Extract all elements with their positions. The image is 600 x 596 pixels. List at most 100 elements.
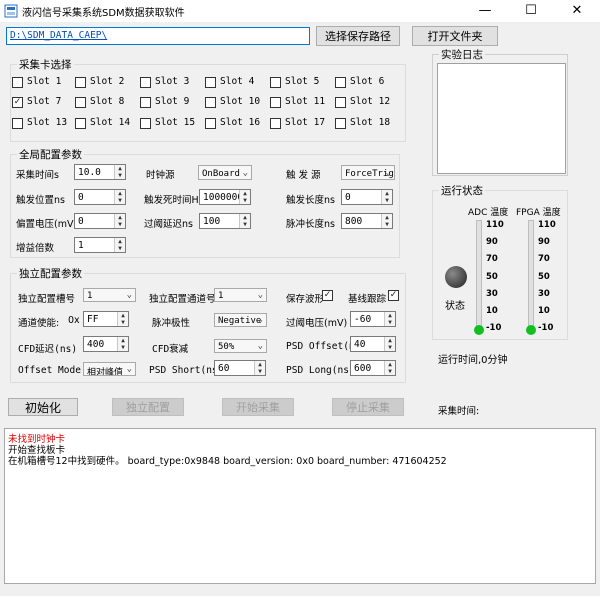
spin-down-icon[interactable]: ▼ <box>115 197 125 204</box>
slot-checkbox-10[interactable] <box>205 97 216 108</box>
threshold-delay-spinner[interactable]: 100 ▲ ▼ <box>199 213 251 229</box>
clock-source-select[interactable]: OnBoard ⌄ <box>198 165 252 180</box>
slot-checkbox-8[interactable] <box>75 97 86 108</box>
independent-config-button[interactable]: 独立配置 <box>112 398 184 416</box>
slot-checkbox-5[interactable] <box>270 77 281 88</box>
chevron-down-icon: ⌄ <box>257 341 263 351</box>
slot-checkbox-4[interactable] <box>205 77 216 88</box>
spin-down-icon[interactable]: ▼ <box>115 245 125 252</box>
maximize-button[interactable]: ☐ <box>508 0 554 22</box>
spin-down-icon[interactable]: ▼ <box>118 344 128 351</box>
slot-checkbox-14[interactable] <box>75 118 86 129</box>
psd-offset-spinner[interactable]: 40 ▲ ▼ <box>350 336 396 352</box>
channel-enable-spinner[interactable]: FF ▲ ▼ <box>83 311 129 327</box>
spin-up-icon[interactable]: ▲ <box>382 214 392 221</box>
spin-up-icon[interactable]: ▲ <box>385 337 395 344</box>
trigger-len-spinner[interactable]: 0 ▲ ▼ <box>341 189 393 205</box>
save-path-input[interactable]: D:\SDM_DATA_CAEP\ <box>6 27 310 45</box>
gain-spinner[interactable]: 1 ▲ ▼ <box>74 237 126 253</box>
spin-up-icon[interactable]: ▲ <box>115 190 125 197</box>
slot-label-8: Slot 8 <box>90 96 125 107</box>
slot-checkbox-18[interactable] <box>335 118 346 129</box>
slot-checkbox-7[interactable]: ✓ <box>12 97 23 108</box>
acquisition-time-label: 采集时间: <box>438 406 480 417</box>
polarity-select[interactable]: Negative ⌄ <box>214 313 267 327</box>
spin-down-icon[interactable]: ▼ <box>118 319 128 326</box>
spin-up-icon[interactable]: ▲ <box>240 190 250 197</box>
cfd-atten-value: 50% <box>218 342 235 352</box>
check-icon: ✓ <box>323 290 332 300</box>
psd-short-spinner[interactable]: 60 ▲ ▼ <box>214 360 266 376</box>
spin-up-icon[interactable]: ▲ <box>115 214 125 221</box>
acq-time-spinner[interactable]: 10.0 ▲ ▼ <box>74 164 126 180</box>
trigger-dead-spinner[interactable]: 1000000 ▲ ▼ <box>199 189 251 205</box>
baseline-checkbox[interactable]: ✓ <box>388 290 399 301</box>
slot-checkbox-1[interactable] <box>12 77 23 88</box>
spin-up-icon[interactable]: ▲ <box>118 337 128 344</box>
spin-down-icon[interactable]: ▼ <box>382 221 392 228</box>
cfd-delay-spinner[interactable]: 400 ▲ ▼ <box>83 336 129 352</box>
slot-selection-legend: 采集卡选择 <box>17 57 74 72</box>
psd-short-value: 60 <box>218 363 230 374</box>
slot-checkbox-16[interactable] <box>205 118 216 129</box>
spin-down-icon[interactable]: ▼ <box>115 172 125 179</box>
spin-up-icon[interactable]: ▲ <box>385 312 395 319</box>
spin-up-icon[interactable]: ▲ <box>115 238 125 245</box>
slot-label-15: Slot 15 <box>155 117 196 128</box>
spin-down-icon[interactable]: ▼ <box>385 368 395 375</box>
channel-enable-value: FF <box>87 314 99 325</box>
independent-channel-label: 独立配置通道号 <box>149 294 216 305</box>
app-icon <box>4 4 18 18</box>
spin-down-icon[interactable]: ▼ <box>385 344 395 351</box>
spin-down-icon[interactable]: ▼ <box>385 319 395 326</box>
minimize-button[interactable]: — <box>462 0 508 22</box>
spin-up-icon[interactable]: ▲ <box>118 312 128 319</box>
slot-checkbox-13[interactable] <box>12 118 23 129</box>
experiment-log-textbox[interactable] <box>437 63 566 174</box>
offset-mode-select[interactable]: 相对峰值 ⌄ <box>83 362 136 376</box>
threshold-spinner[interactable]: -60 ▲ ▼ <box>350 311 396 327</box>
close-button[interactable]: ✕ <box>554 0 600 22</box>
chevron-down-icon: ⌄ <box>257 315 263 325</box>
slot-checkbox-3[interactable] <box>140 77 151 88</box>
open-folder-button[interactable]: 打开文件夹 <box>412 26 498 46</box>
slot-checkbox-2[interactable] <box>75 77 86 88</box>
offset-mode-value: 相对峰值 <box>87 368 124 376</box>
slot-checkbox-12[interactable] <box>335 97 346 108</box>
fpga-tick-label: -10 <box>538 323 554 334</box>
adc-temp-label: ADC 温度 <box>468 208 509 218</box>
fpga-tick-label: 110 <box>538 220 556 230</box>
trigger-pos-spinner[interactable]: 0 ▲ ▼ <box>74 189 126 205</box>
spin-down-icon[interactable]: ▼ <box>240 197 250 204</box>
spin-down-icon[interactable]: ▼ <box>255 368 265 375</box>
stop-acquisition-button[interactable]: 停止采集 <box>332 398 404 416</box>
pulse-len-spinner[interactable]: 800 ▲ ▼ <box>341 213 393 229</box>
spin-down-icon[interactable]: ▼ <box>382 197 392 204</box>
slot-checkbox-17[interactable] <box>270 118 281 129</box>
start-acquisition-button[interactable]: 开始采集 <box>222 398 294 416</box>
psd-long-spinner[interactable]: 600 ▲ ▼ <box>350 360 396 376</box>
bias-spinner[interactable]: 0 ▲ ▼ <box>74 213 126 229</box>
slot-checkbox-15[interactable] <box>140 118 151 129</box>
spin-up-icon[interactable]: ▲ <box>382 190 392 197</box>
spin-up-icon[interactable]: ▲ <box>385 361 395 368</box>
spin-up-icon[interactable]: ▲ <box>255 361 265 368</box>
output-log[interactable]: 未找到时钟卡 开始查找板卡 在机箱槽号12中找到硬件。 board_type:0x9… <box>4 428 596 584</box>
save-waveform-checkbox[interactable]: ✓ <box>322 290 333 301</box>
slot-checkbox-9[interactable] <box>140 97 151 108</box>
select-save-path-button[interactable]: 选择保存路径 <box>316 26 400 46</box>
spin-down-icon[interactable]: ▼ <box>240 221 250 228</box>
independent-slot-select[interactable]: 1 ⌄ <box>83 288 136 302</box>
threshold-delay-value: 100 <box>203 216 221 227</box>
cfd-atten-select[interactable]: 50% ⌄ <box>214 339 267 353</box>
independent-channel-select[interactable]: 1 ⌄ <box>214 288 267 302</box>
cfd-delay-value: 400 <box>87 339 105 350</box>
trigger-source-select[interactable]: ForceTrig ⌄ <box>341 165 395 180</box>
init-button[interactable]: 初始化 <box>8 398 78 416</box>
spin-down-icon[interactable]: ▼ <box>115 221 125 228</box>
spin-up-icon[interactable]: ▲ <box>115 165 125 172</box>
slot-checkbox-11[interactable] <box>270 97 281 108</box>
spin-up-icon[interactable]: ▲ <box>240 214 250 221</box>
slot-checkbox-6[interactable] <box>335 77 346 88</box>
chevron-down-icon: ⌄ <box>257 290 263 300</box>
